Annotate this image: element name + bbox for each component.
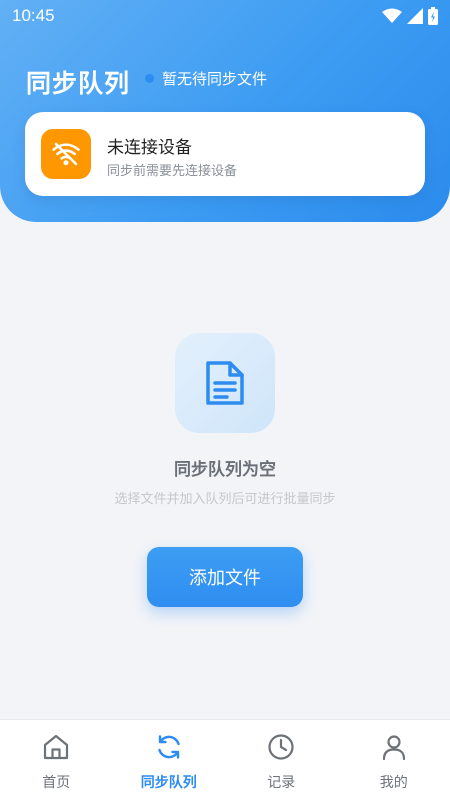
wifi-off-icon: [41, 129, 91, 179]
tab-records[interactable]: 记录: [225, 720, 338, 800]
device-card-title: 未连接设备: [107, 138, 192, 158]
bottom-tab-bar: 首页 同步队列 记录 我的: [0, 719, 450, 800]
sync-status-text: 暂无待同步文件: [162, 70, 268, 88]
empty-state-subtitle: 选择文件并加入队列后可进行批量同步: [114, 492, 336, 507]
cell-signal-icon: [407, 8, 423, 24]
tab-profile[interactable]: 我的: [338, 720, 450, 800]
status-dot: [145, 74, 154, 83]
document-icon: [175, 333, 275, 433]
battery-icon: [428, 7, 438, 25]
page-title: 同步队列: [26, 69, 131, 98]
tab-sync-queue-label: 同步队列: [140, 775, 197, 791]
wifi-signal-icon: [382, 8, 402, 23]
status-bar: 10:45: [0, 0, 450, 32]
add-file-button[interactable]: 添加文件: [147, 547, 303, 607]
clock-icon: [268, 734, 294, 760]
tab-home-label: 首页: [42, 775, 71, 791]
empty-state-title: 同步队列为空: [174, 460, 276, 480]
device-connection-card[interactable]: 未连接设备 同步前需要先连接设备: [25, 112, 425, 196]
tab-profile-label: 我的: [379, 775, 408, 791]
sync-status: 暂无待同步文件: [145, 68, 267, 89]
tab-home[interactable]: 首页: [0, 720, 113, 800]
tab-sync-queue[interactable]: 同步队列: [113, 720, 226, 800]
home-icon: [44, 734, 69, 760]
status-time: 10:45: [12, 6, 55, 25]
user-icon: [382, 735, 405, 761]
status-icons: [382, 7, 438, 25]
sync-icon: [158, 735, 180, 759]
tab-records-label: 记录: [267, 775, 296, 791]
device-card-subtitle: 同步前需要先连接设备: [107, 164, 238, 179]
